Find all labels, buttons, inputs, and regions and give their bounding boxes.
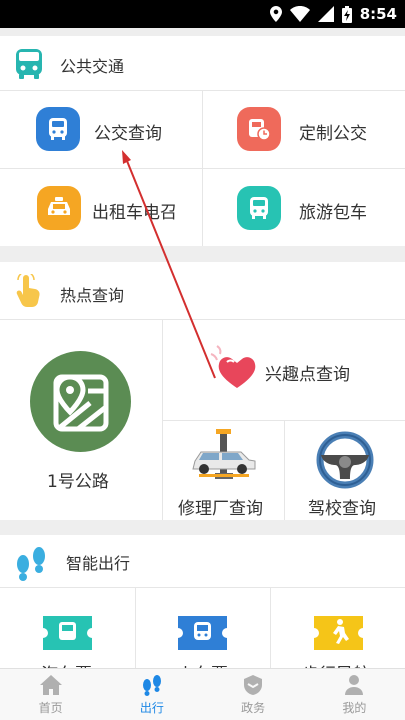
tab-government[interactable]: 政务: [203, 669, 304, 720]
tile-bus-query[interactable]: 公交查询: [0, 91, 202, 168]
steering-wheel-icon: [316, 431, 374, 493]
tile-repair-shop[interactable]: 修理厂查询: [163, 421, 284, 520]
car-lift-icon: [189, 429, 259, 485]
home-icon: [39, 674, 62, 695]
status-bar: 8:54: [0, 0, 405, 28]
train-ticket-icon: [175, 614, 230, 656]
section-title: 智能出行: [66, 554, 131, 573]
tile-walk-nav[interactable]: 步行导航: [271, 588, 405, 685]
shield-icon: [244, 674, 263, 695]
section-title: 热点查询: [60, 286, 125, 305]
clock: 8:54: [359, 5, 397, 23]
signal-icon: [317, 6, 334, 22]
public-transport-header: 公共交通: [0, 36, 405, 90]
tab-label: 首页: [38, 700, 63, 715]
tour-bus-icon: [237, 186, 281, 230]
hand-icon: [14, 271, 44, 312]
tab-travel[interactable]: 出行: [101, 669, 202, 720]
taxi-icon: [37, 186, 81, 230]
tile-label: 驾校查询: [308, 499, 376, 519]
tab-mine[interactable]: 我的: [304, 669, 405, 720]
bus-icon: [36, 107, 80, 151]
heart-icon: [207, 344, 259, 396]
walk-ticket-icon: [311, 614, 366, 656]
custom-bus-icon: [237, 107, 281, 151]
tile-taxi[interactable]: 出租车电召: [0, 169, 202, 246]
tile-poi-query[interactable]: 兴趣点查询: [163, 320, 405, 420]
tile-label: 公交查询: [94, 124, 162, 144]
bottom-tab-bar: 首页 出行 政务 我的: [0, 668, 405, 720]
tile-custom-bus[interactable]: 定制公交: [203, 91, 405, 168]
battery-icon: [341, 5, 352, 23]
tile-label: 1号公路: [47, 472, 109, 492]
smart-travel-header: 智能出行: [0, 535, 405, 587]
tile-label: 修理厂查询: [178, 499, 263, 519]
footprints-icon: [142, 674, 161, 696]
tab-home[interactable]: 首页: [0, 669, 101, 720]
tile-bus-ticket[interactable]: 汽车票: [0, 588, 135, 685]
tab-label: 我的: [342, 700, 367, 715]
tile-label: 旅游包车: [299, 203, 367, 223]
user-icon: [345, 674, 364, 695]
location-icon: [269, 6, 282, 22]
bus-ticket-icon: [40, 614, 95, 656]
tab-label: 出行: [139, 700, 164, 715]
bus-header-icon: [15, 48, 43, 84]
footprints-header-icon: [12, 542, 52, 586]
tile-highway-1[interactable]: 1号公路: [0, 320, 162, 520]
tab-label: 政务: [241, 700, 266, 715]
map-pin-icon: [30, 351, 131, 452]
tile-train-ticket[interactable]: 火车票: [136, 588, 270, 685]
tile-label: 定制公交: [299, 124, 367, 144]
tile-driving-school[interactable]: 驾校查询: [285, 421, 405, 520]
tile-label: 兴趣点查询: [265, 365, 350, 385]
hot-query-header: 热点查询: [0, 262, 405, 319]
wifi-icon: [289, 6, 310, 22]
tile-tour-bus[interactable]: 旅游包车: [203, 169, 405, 246]
tile-label: 出租车电召: [92, 203, 177, 223]
section-title: 公共交通: [60, 57, 125, 76]
